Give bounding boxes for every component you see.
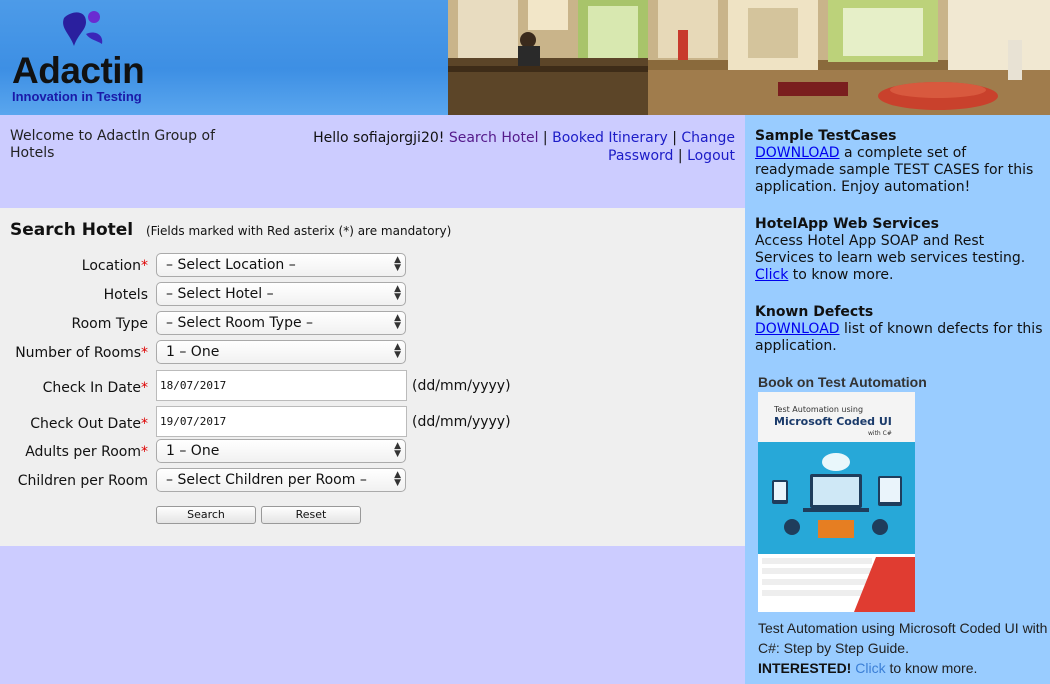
user-greeting: Hello sofiajorgji20!	[313, 130, 445, 146]
nav-separator: |	[677, 148, 683, 164]
site-header: Adactin Innovation in Testing	[0, 0, 1050, 115]
hotel-lobby-image	[448, 0, 1050, 115]
welcome-message: Welcome to AdactIn Group of Hotels	[10, 128, 215, 161]
right-sidebar: Sample TestCases DOWNLOAD a complete set…	[745, 115, 1050, 684]
book-cover-image[interactable]: Test Automation using Microsoft Coded UI…	[758, 392, 915, 612]
date-format-hint: (dd/mm/yyyy)	[412, 378, 511, 394]
search-hotel-form: Search Hotel (Fields marked with Red ast…	[0, 208, 745, 546]
web-services-click-link[interactable]: Click	[755, 267, 788, 283]
search-hotel-link[interactable]: Search Hotel	[449, 130, 539, 146]
user-nav: Hello sofiajorgji20! Search Hotel | Book…	[295, 129, 735, 165]
mandatory-asterisk: *	[141, 345, 148, 361]
form-title: Search Hotel	[10, 220, 134, 240]
web-services-text-more: to know more.	[788, 267, 894, 283]
adults-label: Adults per Room*	[25, 444, 148, 460]
book-more-text: to know more.	[885, 660, 978, 676]
hotels-row: Hotels – Select Hotel – ▲ ▼	[0, 282, 745, 308]
web-services-heading: HotelApp Web Services	[755, 216, 939, 232]
select-arrows-icon: ▲ ▼	[394, 313, 401, 331]
testcases-download-link[interactable]: DOWNLOAD	[755, 145, 840, 161]
select-arrows-icon: ▲ ▼	[394, 441, 401, 459]
book-caption: Test Automation using Microsoft Coded UI…	[758, 618, 1048, 678]
interested-label: INTERESTED!	[758, 660, 852, 676]
defects-download-link[interactable]: DOWNLOAD	[755, 321, 840, 337]
adults-select[interactable]: 1 – One ▲ ▼	[156, 439, 406, 463]
logo-name: Adactin	[12, 50, 145, 91]
date-format-hint: (dd/mm/yyyy)	[412, 414, 511, 430]
testcases-heading: Sample TestCases	[755, 128, 897, 144]
children-row: Children per Room – Select Children per …	[0, 468, 745, 494]
mandatory-asterisk: *	[141, 258, 148, 274]
check-out-label: Check Out Date*	[30, 416, 148, 432]
mandatory-asterisk: *	[141, 444, 148, 460]
check-in-row: Check In Date* 18/07/2017 (dd/mm/yyyy)	[0, 370, 745, 401]
select-arrows-icon: ▲ ▼	[394, 470, 401, 488]
book-click-link[interactable]: Click	[855, 660, 885, 676]
form-buttons: Search Reset	[0, 506, 745, 532]
known-defects-block: Known Defects DOWNLOAD list of known def…	[755, 304, 1045, 355]
num-rooms-row: Number of Rooms* 1 – One ▲ ▼	[0, 340, 745, 366]
room-type-row: Room Type – Select Room Type – ▲ ▼	[0, 311, 745, 337]
reset-button[interactable]: Reset	[261, 506, 361, 524]
book-heading: Book on Test Automation	[758, 374, 927, 390]
select-arrows-icon: ▲ ▼	[394, 255, 401, 273]
hotels-select[interactable]: – Select Hotel – ▲ ▼	[156, 282, 406, 306]
book-caption-text: Test Automation using Microsoft Coded UI…	[758, 620, 1048, 656]
num-rooms-select[interactable]: 1 – One ▲ ▼	[156, 340, 406, 364]
web-services-block: HotelApp Web Services Access Hotel App S…	[755, 216, 1045, 284]
booked-itinerary-link[interactable]: Booked Itinerary	[552, 130, 668, 146]
book-cover-line2: Microsoft Coded UI	[774, 415, 892, 428]
select-arrows-icon: ▲ ▼	[394, 284, 401, 302]
location-row: Location* – Select Location – ▲ ▼	[0, 253, 745, 279]
logo[interactable]: Adactin Innovation in Testing	[0, 0, 448, 115]
room-type-select[interactable]: – Select Room Type – ▲ ▼	[156, 311, 406, 335]
sample-testcases-block: Sample TestCases DOWNLOAD a complete set…	[755, 128, 1045, 196]
location-label: Location*	[81, 258, 148, 274]
nav-separator: |	[542, 130, 548, 146]
check-out-row: Check Out Date* 19/07/2017 (dd/mm/yyyy)	[0, 406, 745, 437]
location-select[interactable]: – Select Location – ▲ ▼	[156, 253, 406, 277]
check-in-date-input[interactable]: 18/07/2017	[156, 370, 407, 401]
book-cover-line1: Test Automation using	[773, 405, 863, 414]
search-button[interactable]: Search	[156, 506, 256, 524]
select-arrows-icon: ▲ ▼	[394, 342, 401, 360]
children-label: Children per Room	[17, 473, 148, 489]
check-in-label: Check In Date*	[42, 380, 148, 396]
logout-link[interactable]: Logout	[687, 148, 735, 164]
web-services-text: Access Hotel App SOAP and Rest Services …	[755, 233, 1026, 266]
known-defects-heading: Known Defects	[755, 304, 874, 320]
room-type-label: Room Type	[71, 316, 148, 332]
book-cover-line3: with C#	[868, 430, 892, 437]
children-select[interactable]: – Select Children per Room – ▲ ▼	[156, 468, 406, 492]
hotels-label: Hotels	[103, 287, 148, 303]
check-out-date-input[interactable]: 19/07/2017	[156, 406, 407, 437]
logo-tagline: Innovation in Testing	[12, 89, 142, 104]
mandatory-asterisk: *	[141, 416, 148, 432]
top-bar: Welcome to AdactIn Group of Hotels Hello…	[0, 115, 745, 208]
mandatory-note: (Fields marked with Red asterix (*) are …	[146, 224, 452, 238]
adults-row: Adults per Room* 1 – One ▲ ▼	[0, 439, 745, 465]
mandatory-asterisk: *	[141, 380, 148, 396]
nav-separator: |	[672, 130, 677, 146]
num-rooms-label: Number of Rooms*	[15, 345, 148, 361]
